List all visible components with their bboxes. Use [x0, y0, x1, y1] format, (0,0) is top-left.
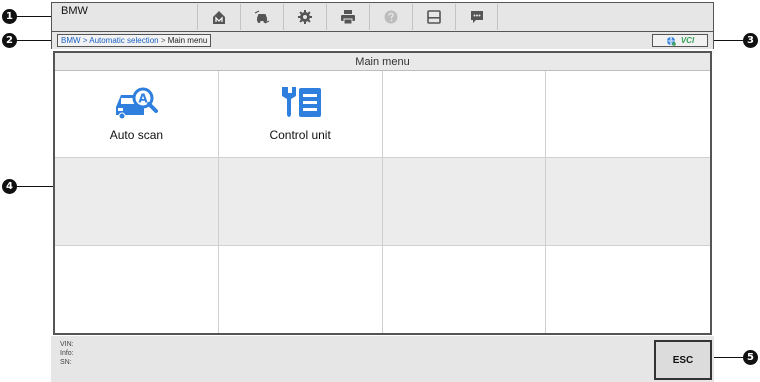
settings-button[interactable]	[283, 4, 326, 30]
tile-control-unit[interactable]: Control unit	[218, 71, 383, 159]
empty-tile	[546, 245, 710, 333]
vehicle-swap-icon	[254, 10, 270, 24]
svg-text:A: A	[139, 92, 149, 106]
empty-tile	[55, 245, 219, 333]
vehicle-info: VIN: Info: SN:	[60, 340, 74, 367]
callout-marker-2: 2	[2, 33, 17, 48]
callout-line-3	[714, 40, 743, 41]
sn-label: SN:	[60, 359, 72, 366]
top-toolbar: BMW	[51, 2, 714, 32]
car-auto-scan-icon: A	[116, 87, 159, 120]
toolbar-buttons	[197, 4, 498, 30]
empty-tile	[382, 245, 547, 333]
empty-tile	[382, 158, 547, 246]
save-button[interactable]	[412, 4, 455, 30]
vin-label: VIN:	[60, 341, 74, 348]
control-unit-icon	[282, 87, 322, 117]
connection-status: VCI	[652, 34, 708, 47]
settings-gear-icon	[298, 10, 312, 24]
callout-marker-1: 1	[2, 9, 17, 24]
esc-button[interactable]: ESC	[654, 340, 712, 380]
empty-tile	[218, 245, 383, 333]
vci-status-label: VCI	[680, 36, 695, 45]
empty-tile	[55, 158, 219, 246]
tile-control-unit-label: Control unit	[269, 128, 331, 142]
print-button[interactable]	[326, 4, 369, 30]
tile-auto-scan[interactable]: A Auto scan	[55, 71, 219, 159]
vehicle-swap-button[interactable]	[240, 4, 283, 30]
app-title: BMW	[61, 5, 88, 17]
breadcrumb: BMW > Automatic selection > Main menu	[57, 34, 212, 47]
empty-tile	[546, 71, 710, 159]
help-icon	[384, 10, 398, 24]
info-label: Info:	[60, 350, 74, 357]
empty-tile	[382, 71, 547, 159]
home-button[interactable]	[197, 4, 240, 30]
main-menu-header: Main menu	[55, 53, 710, 71]
main-menu-panel: Main menu A Auto scan Control unit	[53, 51, 712, 335]
callout-marker-5: 5	[743, 350, 758, 365]
breadcrumb-current: Main menu	[167, 36, 208, 45]
data-logging-button[interactable]	[455, 4, 498, 30]
data-logging-icon	[470, 11, 483, 23]
printer-icon	[341, 10, 355, 25]
help-button[interactable]	[369, 4, 412, 30]
callout-line-1	[17, 16, 51, 17]
navigation-bar: BMW > Automatic selection > Main menu VC…	[51, 32, 714, 49]
breadcrumb-separator: >	[158, 36, 168, 45]
app-window: BMW BMW > Automatic selection > Main men…	[51, 0, 714, 382]
footer-bar: VIN: Info: SN: ESC	[51, 336, 714, 382]
callout-marker-3: 3	[743, 33, 758, 48]
callout-marker-4: 4	[2, 179, 17, 194]
empty-tile	[546, 158, 710, 246]
callout-line-2	[17, 40, 51, 41]
callout-line-5	[712, 357, 743, 358]
tile-auto-scan-label: Auto scan	[109, 128, 164, 142]
function-grid: A Auto scan Control unit	[55, 71, 710, 333]
home-icon	[213, 11, 225, 24]
save-icon	[427, 10, 441, 24]
empty-tile	[218, 158, 383, 246]
callout-line-4	[17, 186, 53, 187]
globe-network-icon	[666, 36, 676, 46]
breadcrumb-link[interactable]: BMW > Automatic selection	[61, 36, 159, 45]
